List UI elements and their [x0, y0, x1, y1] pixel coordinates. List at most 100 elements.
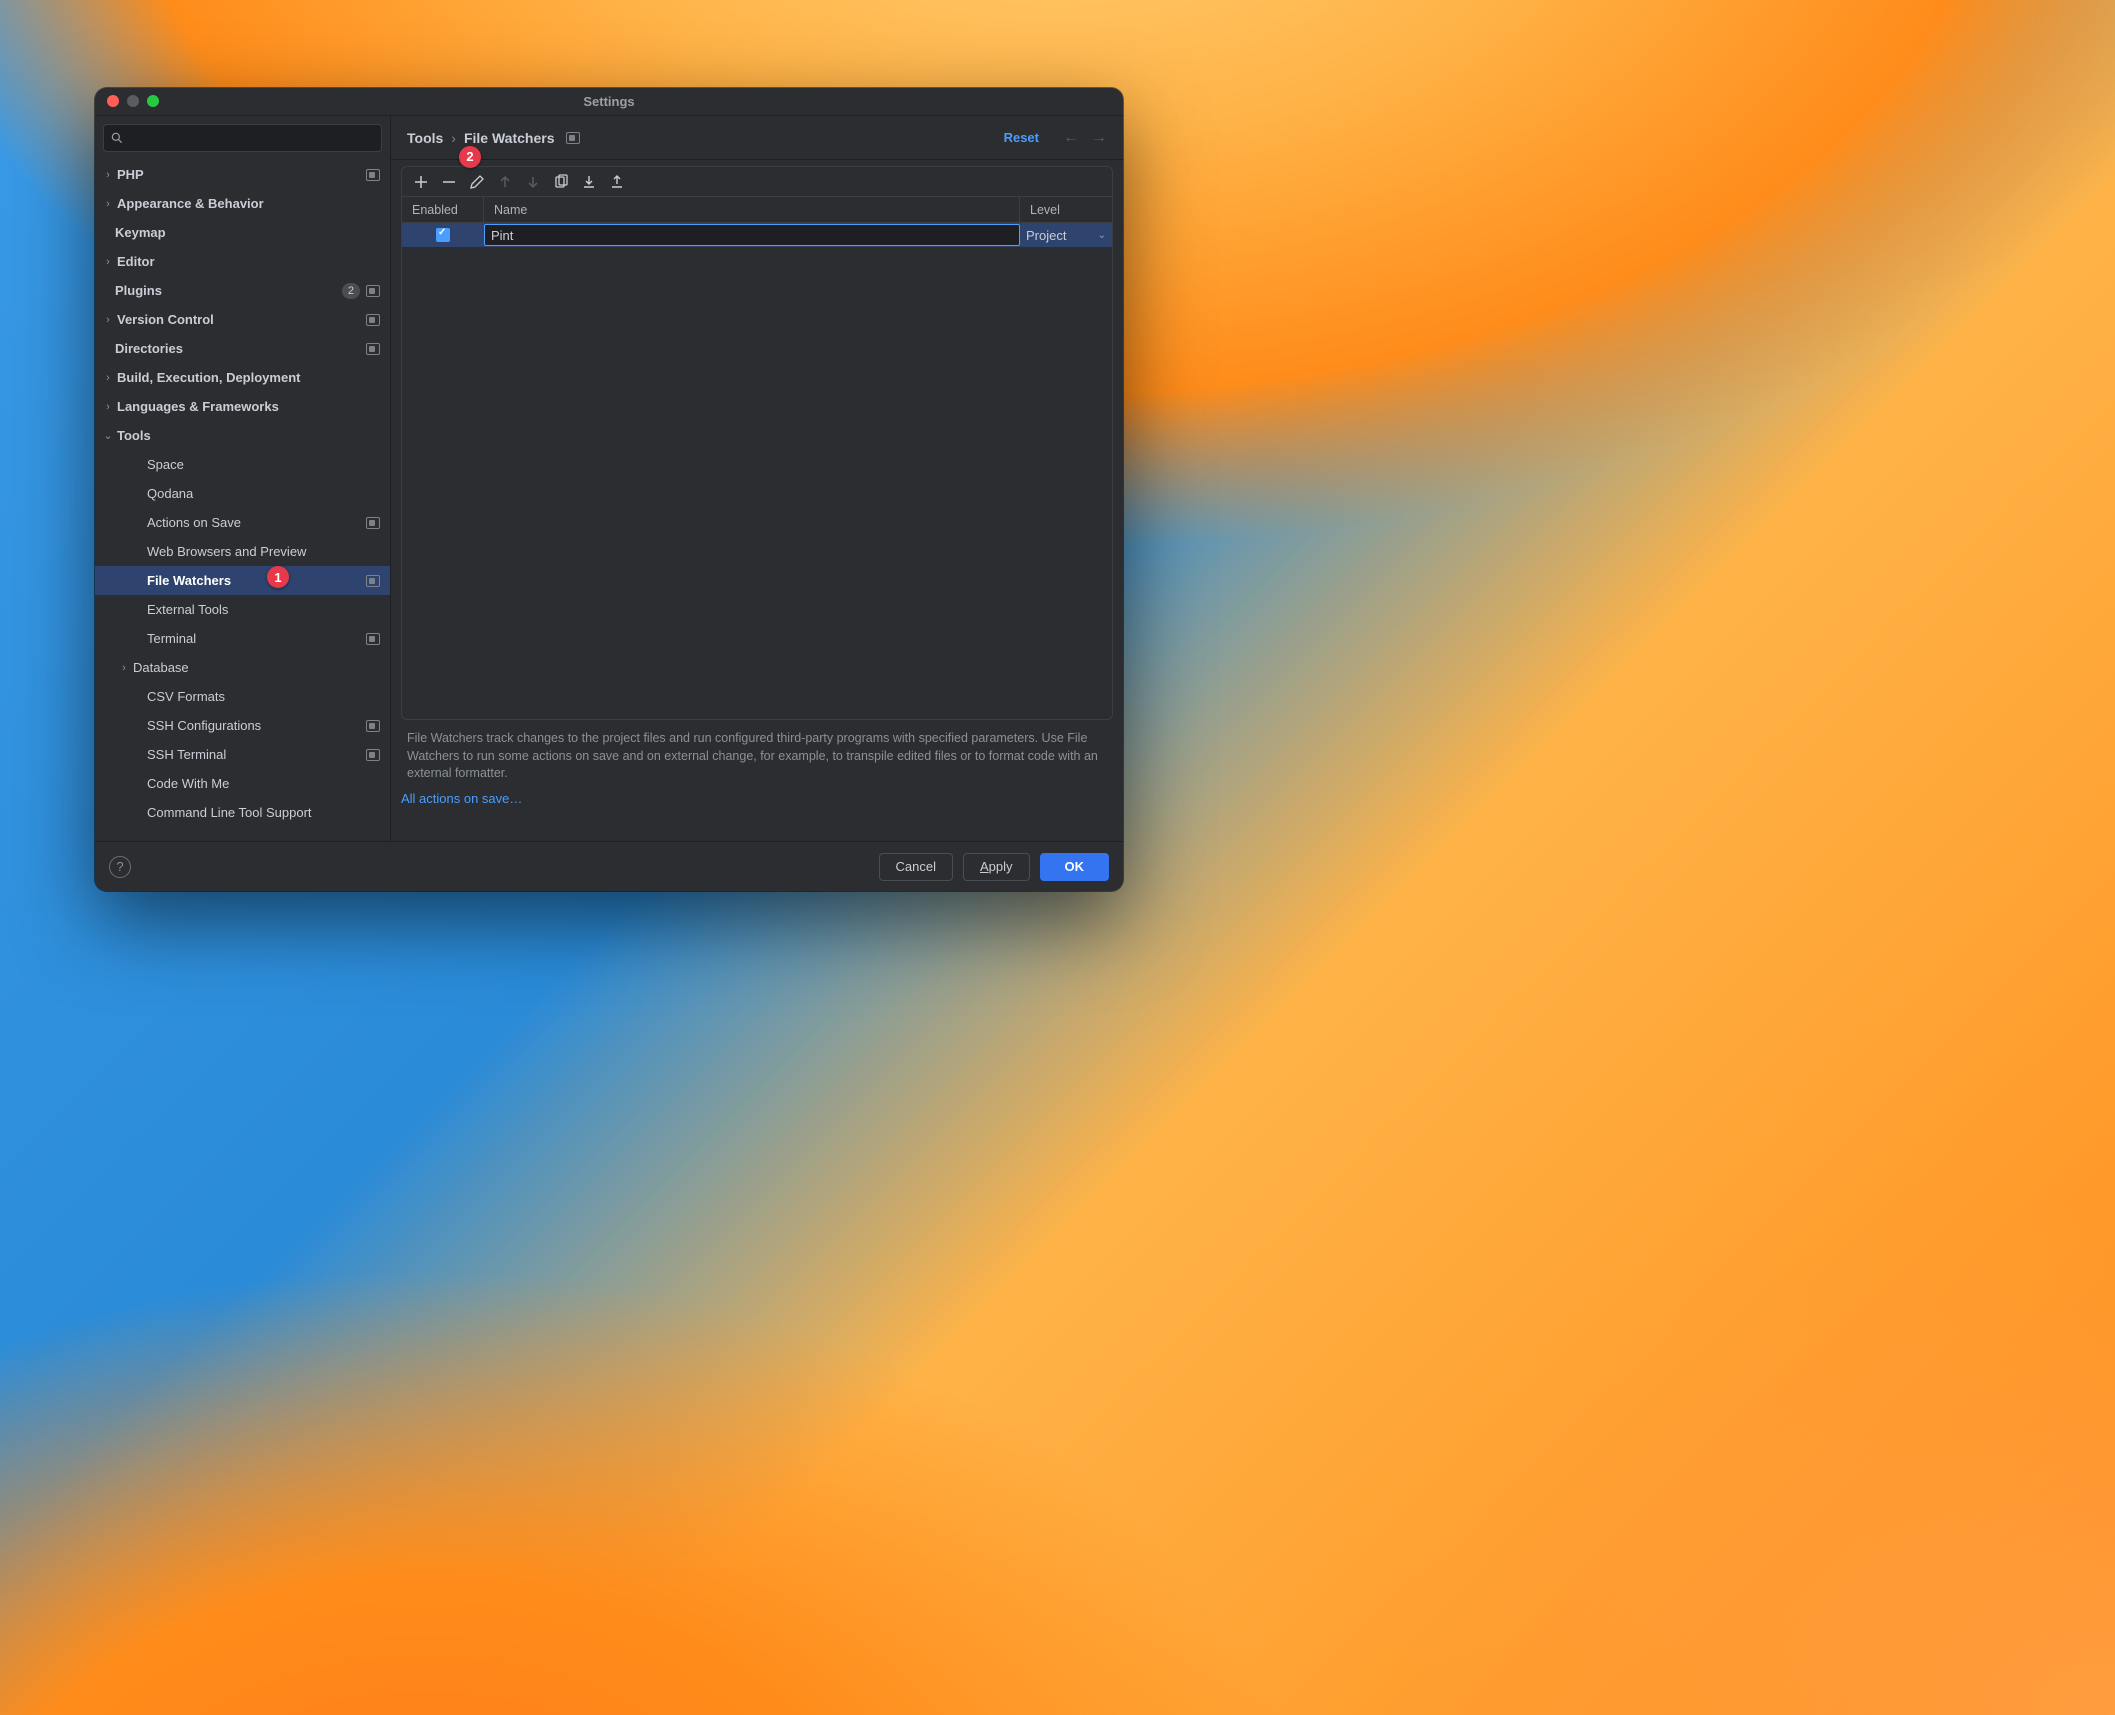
chevron-down-icon: ⌄ [1098, 230, 1106, 241]
copy-button[interactable] [548, 169, 574, 195]
sidebar-item-csv-formats[interactable]: CSV Formats [95, 682, 390, 711]
table-row[interactable]: Project⌄ [402, 223, 1112, 247]
window-body: ›PHP›Appearance & BehaviorKeymap›EditorP… [95, 116, 1123, 841]
column-name[interactable]: Name [484, 197, 1020, 222]
import-button[interactable] [576, 169, 602, 195]
settings-main: Tools › File Watchers 2 Reset ← → [391, 116, 1123, 841]
reset-button[interactable]: Reset [1004, 130, 1039, 145]
project-scope-icon [366, 285, 380, 297]
sidebar-item-plugins[interactable]: Plugins 2 [95, 276, 390, 305]
back-icon[interactable]: ← [1063, 129, 1079, 147]
update-count-badge: 2 [342, 283, 360, 299]
sidebar-item-qodana[interactable]: Qodana [95, 479, 390, 508]
sidebar-item-label: Space [147, 457, 380, 472]
sidebar-item-label: Qodana [147, 486, 380, 501]
sidebar-item-appearance-behavior[interactable]: ›Appearance & Behavior [95, 189, 390, 218]
level-cell[interactable]: Project⌄ [1020, 223, 1112, 247]
sidebar-item-web-browsers-and-preview[interactable]: Web Browsers and Preview [95, 537, 390, 566]
edit-button[interactable] [464, 169, 490, 195]
chevron-icon: › [99, 314, 117, 326]
checkbox-icon[interactable] [436, 228, 450, 242]
copy-icon [553, 174, 569, 190]
sidebar-item-keymap[interactable]: Keymap [95, 218, 390, 247]
annotation-callout-1: 1 [267, 566, 289, 588]
sidebar-item-label: Database [133, 660, 380, 675]
chevron-icon: › [99, 372, 117, 384]
file-watchers-panel: Enabled Name Level Project⌄ [401, 166, 1113, 720]
minimize-window-button[interactable] [127, 95, 139, 107]
forward-icon[interactable]: → [1091, 129, 1107, 147]
help-button[interactable]: ? [109, 856, 131, 878]
table-body: Project⌄ [402, 223, 1112, 719]
sidebar-item-ssh-configurations[interactable]: SSH Configurations [95, 711, 390, 740]
column-enabled[interactable]: Enabled [402, 197, 484, 222]
table-header: Enabled Name Level [402, 197, 1112, 223]
close-window-button[interactable] [107, 95, 119, 107]
enabled-cell[interactable] [402, 223, 484, 247]
plus-icon [413, 174, 429, 190]
sidebar-item-label: Tools [117, 428, 380, 443]
sidebar-item-actions-on-save[interactable]: Actions on Save [95, 508, 390, 537]
description-text: File Watchers track changes to the proje… [401, 720, 1113, 787]
pencil-icon [469, 174, 485, 190]
file-watchers-toolbar [402, 167, 1112, 197]
sidebar-item-label: PHP [117, 167, 360, 182]
window-title: Settings [583, 94, 634, 109]
watcher-name-input[interactable] [484, 224, 1020, 246]
sidebar-item-code-with-me[interactable]: Code With Me [95, 769, 390, 798]
chevron-icon: › [99, 169, 117, 181]
sidebar-item-tools[interactable]: ⌄Tools [95, 421, 390, 450]
export-button[interactable] [604, 169, 630, 195]
sidebar-item-label: Code With Me [147, 776, 380, 791]
remove-button[interactable] [436, 169, 462, 195]
add-button[interactable] [408, 169, 434, 195]
sidebar-item-external-tools[interactable]: External Tools [95, 595, 390, 624]
project-scope-icon [366, 169, 380, 181]
sidebar-item-command-line-tool-support[interactable]: Command Line Tool Support [95, 798, 390, 827]
settings-content: Enabled Name Level Project⌄ File Watcher… [391, 160, 1123, 841]
breadcrumb-current: File Watchers [464, 130, 555, 146]
sidebar-item-label: Keymap [115, 225, 380, 240]
sidebar-item-label: Version Control [117, 312, 360, 327]
column-level[interactable]: Level [1020, 197, 1112, 222]
settings-header: Tools › File Watchers 2 Reset ← → [391, 116, 1123, 160]
maximize-window-button[interactable] [147, 95, 159, 107]
sidebar-item-terminal[interactable]: Terminal [95, 624, 390, 653]
sidebar-item-label: Terminal [147, 631, 360, 646]
sidebar-item-label: Directories [115, 341, 360, 356]
project-scope-icon [366, 517, 380, 529]
settings-window: Settings ›PHP›Appearance & BehaviorKeyma… [95, 88, 1123, 891]
sidebar-item-build-execution-deployment[interactable]: ›Build, Execution, Deployment [95, 363, 390, 392]
sidebar-item-directories[interactable]: Directories [95, 334, 390, 363]
sidebar-item-editor[interactable]: ›Editor [95, 247, 390, 276]
breadcrumb-parent[interactable]: Tools [407, 130, 443, 146]
sidebar-item-label: Plugins [115, 283, 336, 298]
sidebar-item-database[interactable]: ›Database [95, 653, 390, 682]
project-scope-icon [566, 132, 580, 144]
sidebar-item-ssh-terminal[interactable]: SSH Terminal [95, 740, 390, 769]
cancel-button[interactable]: Cancel [879, 853, 953, 881]
sidebar-item-label: Appearance & Behavior [117, 196, 380, 211]
sidebar-item-languages-frameworks[interactable]: ›Languages & Frameworks [95, 392, 390, 421]
breadcrumb-sep-icon: › [451, 130, 456, 146]
minus-icon [441, 174, 457, 190]
window-controls [107, 95, 159, 107]
header-nav: ← → [1063, 129, 1107, 147]
sidebar-item-label: Build, Execution, Deployment [117, 370, 380, 385]
sidebar-search-wrap [95, 116, 390, 158]
project-scope-icon [366, 343, 380, 355]
ok-button[interactable]: OK [1040, 853, 1110, 881]
apply-button[interactable]: Apply [963, 853, 1030, 881]
chevron-icon: ⌄ [99, 429, 117, 442]
settings-search-input[interactable] [103, 124, 382, 152]
settings-tree: ›PHP›Appearance & BehaviorKeymap›EditorP… [95, 158, 390, 841]
apply-accel: A [980, 859, 989, 874]
sidebar-item-php[interactable]: ›PHP [95, 160, 390, 189]
sidebar-item-file-watchers[interactable]: File Watchers [95, 566, 390, 595]
sidebar-item-label: SSH Terminal [147, 747, 360, 762]
import-icon [581, 174, 597, 190]
sidebar-item-space[interactable]: Space [95, 450, 390, 479]
chevron-icon: › [99, 256, 117, 268]
actions-on-save-link[interactable]: All actions on save… [401, 791, 1113, 806]
sidebar-item-version-control[interactable]: ›Version Control [95, 305, 390, 334]
